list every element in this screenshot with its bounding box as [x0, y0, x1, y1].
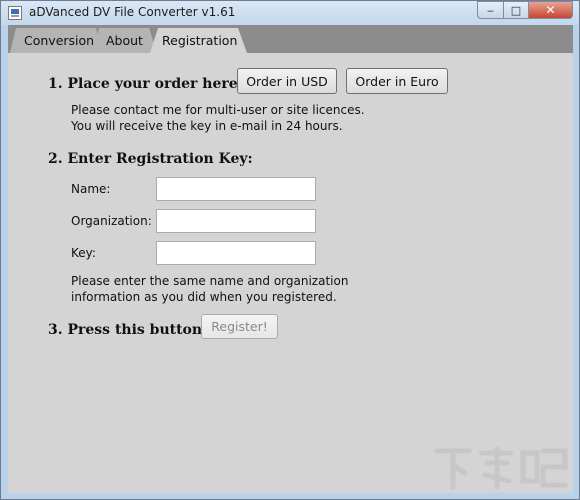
- watermark-logo-icon: [434, 446, 568, 490]
- organization-field[interactable]: [156, 209, 316, 233]
- app-icon[interactable]: [8, 6, 22, 20]
- order-usd-button[interactable]: Order in USD: [237, 68, 337, 94]
- press-button-heading: 3. Press this button:: [48, 322, 208, 338]
- order-euro-button[interactable]: Order in Euro: [346, 68, 448, 94]
- registration-key-heading: 2. Enter Registration Key:: [48, 151, 253, 167]
- tab-conversion[interactable]: Conversion: [10, 28, 102, 53]
- name-field[interactable]: [156, 177, 316, 201]
- tab-strip: Conversion About Registration: [8, 25, 573, 53]
- window-title: aDVanced DV File Converter v1.61: [29, 5, 236, 19]
- minimize-button[interactable]: ‒: [477, 1, 504, 19]
- organization-label: Organization:: [71, 214, 152, 228]
- key-label: Key:: [71, 246, 96, 260]
- close-button[interactable]: ✕: [528, 1, 573, 19]
- order-heading: 1. Place your order here:: [48, 76, 243, 92]
- registered-info-note: information as you did when you register…: [71, 290, 337, 304]
- register-button[interactable]: Register!: [201, 314, 278, 339]
- tab-registration[interactable]: Registration: [150, 28, 247, 53]
- tab-about-label: About: [106, 33, 143, 48]
- key-delivery-note: You will receive the key in e-mail in 24…: [71, 119, 343, 133]
- tab-registration-label: Registration: [162, 33, 238, 48]
- minimize-icon: ‒: [487, 3, 494, 17]
- licence-note: Please contact me for multi-user or site…: [71, 103, 365, 117]
- same-info-note: Please enter the same name and organizat…: [71, 274, 349, 288]
- close-icon: ✕: [545, 3, 556, 17]
- name-label: Name:: [71, 182, 111, 196]
- tab-about[interactable]: About: [93, 28, 157, 53]
- key-field[interactable]: [156, 241, 316, 265]
- tab-conversion-label: Conversion: [24, 33, 95, 48]
- app-window: aDVanced DV File Converter v1.61 ‒ □ ✕ C…: [0, 0, 580, 500]
- client-area: Conversion About Registration 1. Place y…: [8, 25, 573, 493]
- maximize-icon: □: [510, 3, 522, 17]
- maximize-button[interactable]: □: [503, 1, 529, 19]
